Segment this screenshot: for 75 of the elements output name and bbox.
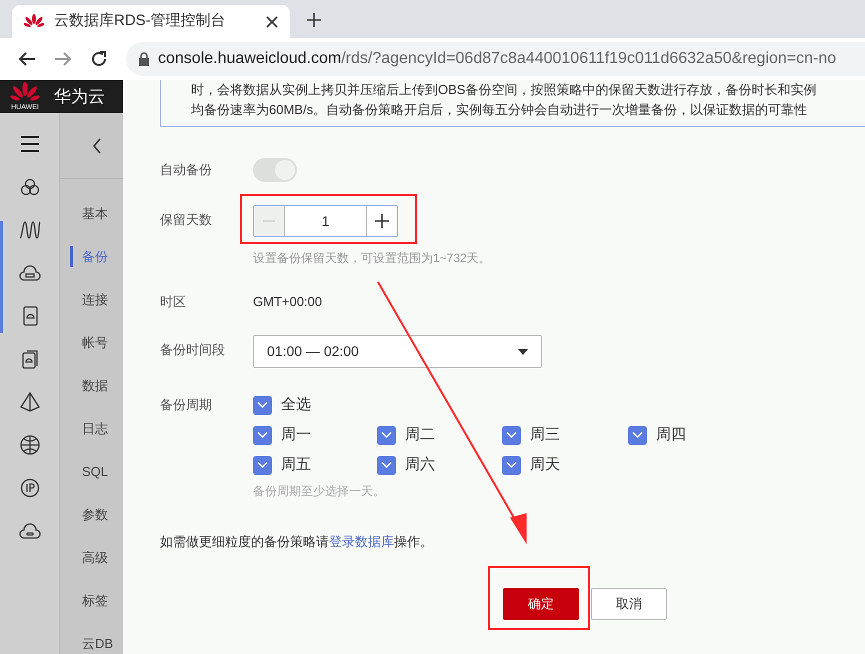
number-stepper[interactable]: 1 xyxy=(253,205,398,237)
nav-item[interactable]: 高级 xyxy=(70,547,108,568)
field-label: 备份时间段 xyxy=(160,341,226,359)
menu-icon[interactable] xyxy=(18,133,40,155)
globe-icon[interactable] xyxy=(18,434,40,456)
nav-item[interactable]: 数据 xyxy=(70,375,108,396)
field-label: 保留天数 xyxy=(160,211,213,229)
nav-item[interactable]: 云DB xyxy=(70,633,114,654)
plus-icon[interactable] xyxy=(375,214,389,228)
check-icon xyxy=(257,461,268,469)
pyramid-icon[interactable] xyxy=(18,391,40,413)
nav-item[interactable]: 连接 xyxy=(70,289,108,310)
check-icon xyxy=(381,431,392,439)
forward-arrow-icon[interactable] xyxy=(54,51,72,67)
checkbox[interactable] xyxy=(377,426,396,444)
close-icon[interactable] xyxy=(266,16,278,28)
caret-down-icon xyxy=(518,348,528,354)
info-text: 均备份速率为60MB/s。自动备份策略开启后，实例每五分钟会自动进行一次增量备份，以保证数据的可靠性 xyxy=(191,101,808,119)
check-icon xyxy=(257,401,268,409)
nav-item[interactable]: 标签 xyxy=(70,590,108,611)
nav-item[interactable]: 参数 xyxy=(70,504,108,525)
nav-item[interactable]: 帐号 xyxy=(70,332,108,353)
flower-logo-icon xyxy=(24,14,44,30)
checkbox[interactable] xyxy=(628,426,647,444)
checkbox[interactable] xyxy=(502,456,521,474)
info-text: 时，会将数据从实例上拷贝并压缩后上传到OBS备份空间，按照策略中的保留天数进行存放，备份时长和实例 xyxy=(191,81,818,99)
database-login-link[interactable]: 登录数据库 xyxy=(329,534,394,549)
checkbox-label: 周二 xyxy=(405,424,435,445)
nav-item[interactable]: SQL xyxy=(70,461,108,482)
field-label: 自动备份 xyxy=(160,161,213,179)
dropdown-value: 01:00 — 02:00 xyxy=(267,342,359,361)
hint-text: 备份周期至少选择一天。 xyxy=(253,483,386,500)
checkbox-label: 全选 xyxy=(281,394,311,415)
checkbox[interactable] xyxy=(377,456,396,474)
check-icon xyxy=(257,431,268,439)
checkbox-label: 周天 xyxy=(530,454,560,475)
checkbox-label: 周六 xyxy=(405,454,435,475)
checkbox[interactable] xyxy=(253,426,272,444)
check-icon xyxy=(506,431,517,439)
hint-text: 设置备份保留天数，可设置范围为1~732天。 xyxy=(253,250,491,267)
confirm-button[interactable]: 确定 xyxy=(503,588,579,620)
nav-item[interactable]: 基本 xyxy=(70,203,108,224)
checkbox-label: 周五 xyxy=(281,454,311,475)
field-label: 备份周期 xyxy=(160,396,213,414)
check-icon xyxy=(506,461,517,469)
address-bar[interactable]: console.huaweicloud.com/rds/?agencyId=06d87c8a440010611f19c011d6632a50&region=cn-no xyxy=(126,42,865,76)
stepper-value: 1 xyxy=(320,212,330,230)
plus-icon[interactable] xyxy=(306,12,322,28)
note-text: 如需做更细粒度的备份策略请登录数据库操作。 xyxy=(160,533,433,551)
waves-icon[interactable] xyxy=(18,219,40,241)
back-arrow-icon[interactable] xyxy=(18,51,36,67)
time-dropdown[interactable]: 01:00 — 02:00 xyxy=(253,335,542,368)
url-path: /rds/?agencyId=06d87c8a440010611f19c011d6632a50&region=cn-no xyxy=(341,49,836,69)
brand-name: 华为云 xyxy=(54,86,105,108)
nav-item[interactable]: 日志 xyxy=(70,418,108,439)
checkbox[interactable] xyxy=(502,426,521,444)
chevron-left-icon[interactable] xyxy=(92,138,102,154)
browser-tab[interactable]: 云数据库RDS-管理控制台 xyxy=(12,5,290,38)
ip-icon[interactable] xyxy=(18,477,40,499)
timezone-value: GMT+00:00 xyxy=(253,293,322,311)
check-icon xyxy=(381,461,392,469)
checkbox[interactable] xyxy=(253,396,272,414)
checkbox-label: 周三 xyxy=(530,424,560,445)
lock-icon xyxy=(138,52,150,66)
checkbox-label: 周一 xyxy=(281,424,311,445)
tab-title: 云数据库RDS-管理控制台 xyxy=(54,11,227,32)
reload-icon[interactable] xyxy=(90,50,108,68)
nav-item[interactable]: 备份 xyxy=(70,246,108,267)
checkbox-label: 周四 xyxy=(656,424,686,445)
url-host: console.huaweicloud.com xyxy=(158,49,342,69)
circles-icon[interactable] xyxy=(18,176,40,198)
check-icon xyxy=(632,431,643,439)
checkbox[interactable] xyxy=(253,456,272,474)
field-label: 时区 xyxy=(160,293,187,311)
cancel-button[interactable]: 取消 xyxy=(591,588,667,620)
